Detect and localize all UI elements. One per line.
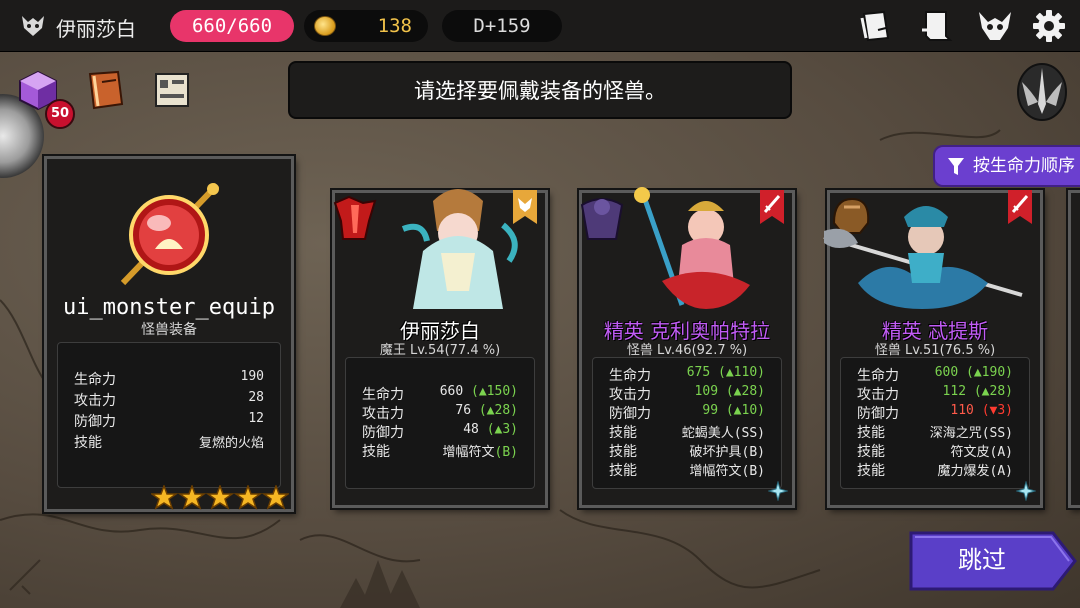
thetis-sprite	[823, 206, 1023, 309]
stat-row-atk: 攻击力 112 (▲28)	[857, 384, 1013, 403]
top-bar: 伊丽莎白 660/660 138 D+159	[0, 0, 1080, 52]
monster-level: 怪兽 Lv.46(92.7 %)	[626, 343, 748, 358]
star-icon	[233, 485, 263, 510]
crystal-icon	[1016, 481, 1036, 501]
stat-row-def: 防御力 48 (▲3)	[362, 422, 518, 441]
gear-icon[interactable]	[1030, 8, 1068, 44]
stat-row-skill: 技能 复燃的火焰	[74, 435, 264, 451]
stat-row-skill-1: 技能 蛇蝎美人(SS)	[609, 425, 765, 441]
winged-sword-emblem-icon[interactable]	[1014, 62, 1070, 122]
stat-row-skill-3: 技能 魔力爆发(A)	[857, 463, 1013, 479]
scroll-icon[interactable]	[918, 8, 956, 44]
equipment-stats-panel: 生命力 190 攻击力 28 防御力 12 技能 复燃的火焰	[57, 342, 281, 488]
fire-orb-staff-icon	[120, 182, 220, 286]
star-icon	[177, 485, 207, 510]
equipment-card: ui_monster_equip 怪兽装备 生命力 190 攻击力 28 防御力…	[44, 156, 294, 512]
filter-icon	[948, 158, 964, 175]
gold-amount: 138	[377, 15, 412, 37]
elizabeth-sprite	[401, 189, 518, 309]
stat-row-def: 防御力 110 (▼3)	[857, 403, 1013, 422]
skip-button[interactable]: 跳过	[909, 531, 1077, 591]
stat-row-hp: 生命力 600 (▲190)	[857, 365, 1013, 384]
stat-row-atk: 攻击力 109 (▲28)	[609, 384, 765, 403]
cards-icon[interactable]	[858, 8, 896, 44]
monster-level: 魔王 Lv.54(77.4 %)	[379, 343, 501, 358]
sort-label: 按生命力顺序	[973, 156, 1075, 176]
star-icon	[261, 485, 289, 510]
monster-stats-panel: 生命力 675 (▲110) 攻击力 109 (▲28) 防御力 99 (▲10…	[592, 357, 782, 489]
stat-row-def: 防御力 99 (▲10)	[609, 403, 765, 422]
instruction-prompt: 请选择要佩戴装备的怪兽。	[288, 61, 792, 119]
monster-stats-panel: 生命力 660 (▲150) 攻击力 76 (▲28) 防御力 48 (▲3) …	[345, 357, 535, 489]
sort-by-hp-button[interactable]: 按生命力顺序	[933, 145, 1080, 187]
star-icon	[151, 485, 179, 510]
monster-card-3[interactable]: 精英 忒提斯 怪兽 Lv.51(76.5 %) 生命力 600 (▲190) 攻…	[823, 190, 1043, 508]
demon-head-icon[interactable]	[18, 10, 48, 40]
cleopatra-sprite	[634, 187, 750, 309]
red-armor-icon	[333, 195, 377, 240]
skip-label: 跳过	[958, 546, 1006, 574]
stat-row-hp: 生命力 660 (▲150)	[362, 384, 518, 403]
stat-row-skill-3: 技能 增幅符文(B)	[609, 463, 765, 479]
stat-row-skill-2: 技能 符文皮(A)	[857, 444, 1013, 460]
monster-card-1[interactable]: 伊丽莎白 魔王 Lv.54(77.4 %) 生命力 660 (▲150) 攻击力…	[332, 189, 548, 508]
stat-row-hp: 生命力 190	[74, 369, 264, 388]
day-counter: D+159	[442, 10, 562, 42]
crystal-icon	[768, 481, 788, 501]
monster-card-4-partial[interactable]	[1068, 190, 1080, 508]
stat-row-skill: 技能 增幅符文(B)	[362, 444, 518, 460]
monster-level: 怪兽 Lv.51(76.5 %)	[874, 343, 996, 358]
stat-row-hp: 生命力 675 (▲110)	[609, 365, 765, 384]
gold-coin-icon	[314, 16, 336, 36]
stat-row-def: 防御力 12	[74, 411, 264, 430]
player-name: 伊丽莎白	[56, 17, 136, 41]
stat-row-skill-2: 技能 破坏护具(B)	[609, 444, 765, 460]
gold-display: 138	[304, 10, 428, 42]
spellbook-icon[interactable]	[84, 68, 128, 112]
horned-skull-icon[interactable]	[976, 8, 1014, 44]
equipment-name: ui_monster_equip	[63, 295, 275, 320]
hp-display: 660/660	[170, 10, 294, 42]
map-scroll-icon[interactable]	[150, 68, 194, 112]
cube-count-badge: 50	[45, 99, 75, 129]
stat-row-atk: 攻击力 28	[74, 390, 264, 409]
monster-card-2[interactable]: 精英 克利奥帕特拉 怪兽 Lv.46(92.7 %) 生命力 675 (▲110…	[579, 187, 795, 508]
stat-row-skill-1: 技能 深海之咒(SS)	[857, 425, 1013, 441]
stat-row-atk: 攻击力 76 (▲28)	[362, 403, 518, 422]
star-icon	[205, 485, 235, 510]
rarity-stars	[151, 485, 289, 510]
monster-stats-panel: 生命力 600 (▲190) 攻击力 112 (▲28) 防御力 110 (▼3…	[840, 357, 1030, 489]
equipment-type: 怪兽装备	[141, 322, 197, 338]
